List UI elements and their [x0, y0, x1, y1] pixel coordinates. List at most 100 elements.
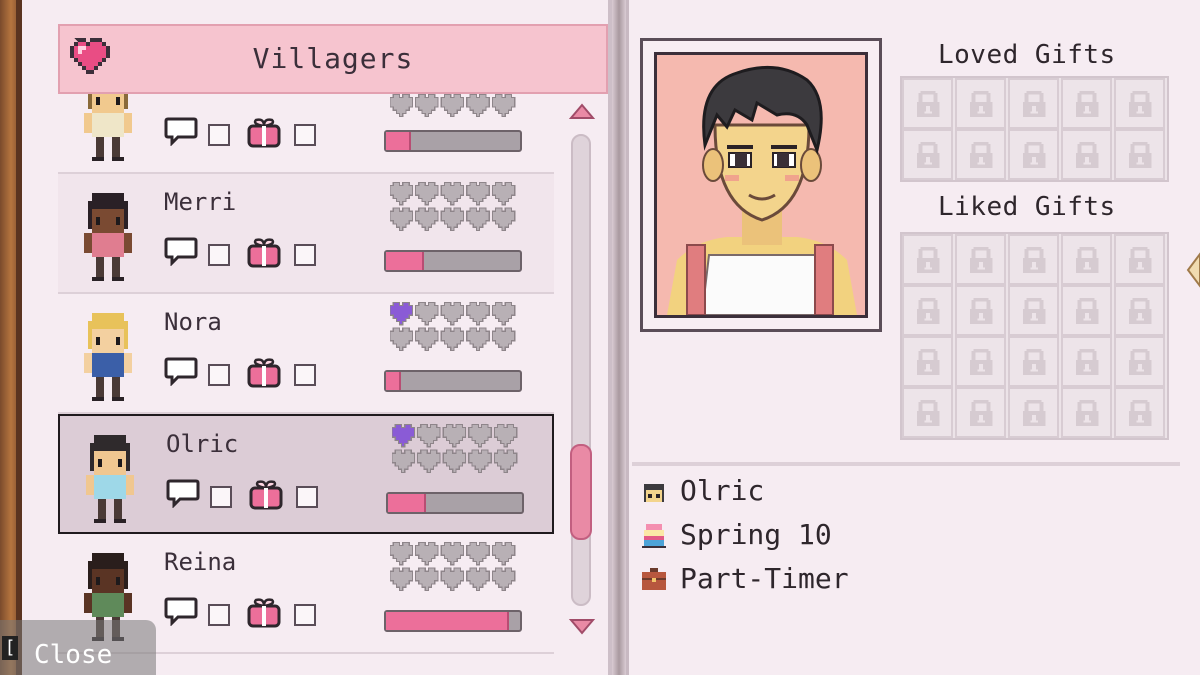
lock-icon	[916, 90, 939, 117]
lock-icon	[969, 348, 992, 375]
book-center-spine	[612, 0, 626, 675]
lock-icon	[1075, 297, 1098, 324]
liked-gift-slot[interactable]	[1008, 285, 1059, 336]
loved-gift-slot[interactable]	[1008, 78, 1059, 129]
lock-icon	[916, 141, 939, 168]
heart-icon	[416, 424, 441, 448]
lock-icon	[969, 297, 992, 324]
heart-icon	[468, 424, 492, 448]
liked-gift-slot[interactable]	[902, 336, 953, 387]
loved-gift-slot[interactable]	[1061, 129, 1112, 180]
villager-portrait	[654, 52, 868, 318]
villager-name: Reina	[164, 548, 237, 576]
heart-icon	[442, 424, 467, 448]
liked-gift-slot[interactable]	[1008, 234, 1059, 285]
heart-icon	[491, 207, 516, 232]
book-spine-edge	[0, 0, 22, 675]
liked-gift-slot[interactable]	[902, 387, 953, 438]
liked-gift-slot[interactable]	[902, 285, 953, 336]
lock-icon	[1128, 246, 1151, 273]
heart-icon	[414, 207, 439, 232]
villager-row[interactable]: Merri	[58, 174, 554, 294]
heart-icon	[466, 542, 490, 566]
villager-name: Olric	[166, 430, 239, 458]
lock-icon	[1022, 90, 1045, 117]
scroll-up-arrow-icon[interactable]	[568, 100, 596, 122]
friendship-progress-fill	[386, 372, 402, 390]
liked-gifts-grid	[900, 232, 1169, 440]
liked-gift-slot[interactable]	[955, 285, 1006, 336]
loved-gift-slot[interactable]	[1061, 78, 1112, 129]
liked-gift-slot[interactable]	[1061, 336, 1112, 387]
scrollbar-thumb[interactable]	[570, 444, 592, 540]
loved-gift-slot[interactable]	[955, 129, 1006, 180]
liked-gift-slot[interactable]	[1114, 336, 1165, 387]
lock-icon	[969, 246, 992, 273]
villager-sprite	[80, 312, 136, 402]
heart-icon	[390, 302, 414, 326]
gift-icon	[246, 116, 282, 148]
heart-icon	[491, 182, 516, 206]
liked-gift-slot[interactable]	[1114, 234, 1165, 285]
heart-icon	[466, 182, 490, 206]
liked-gift-slot[interactable]	[1061, 387, 1112, 438]
gift-icon	[246, 356, 282, 388]
loved-gift-slot[interactable]	[902, 129, 953, 180]
gifted-checkbox	[294, 604, 316, 626]
speech-bubble-icon	[164, 236, 198, 267]
liked-gift-slot[interactable]	[955, 234, 1006, 285]
friendship-progress-bar	[384, 370, 522, 392]
loved-gift-slot[interactable]	[955, 78, 1006, 129]
heart-icon	[442, 449, 467, 474]
info-birthday: Spring 10	[680, 518, 832, 551]
liked-gift-slot[interactable]	[1061, 285, 1112, 336]
talked-checkbox	[208, 604, 230, 626]
loved-gift-slot[interactable]	[902, 78, 953, 129]
heart-icon	[491, 542, 516, 566]
heart-icon	[493, 424, 518, 448]
heart-icon	[440, 302, 465, 326]
villager-row[interactable]: Olric	[58, 414, 554, 534]
lock-icon	[1022, 246, 1045, 273]
liked-gift-slot[interactable]	[1008, 387, 1059, 438]
liked-gift-slot[interactable]	[902, 234, 953, 285]
gift-icon	[246, 236, 282, 268]
heart-icon	[390, 542, 414, 566]
heart-icon	[491, 567, 516, 592]
liked-gift-slot[interactable]	[1114, 387, 1165, 438]
heart-icon	[440, 567, 465, 592]
friendship-progress-fill	[386, 612, 509, 630]
lock-icon	[916, 246, 939, 273]
liked-gift-slot[interactable]	[1114, 285, 1165, 336]
villager-row[interactable]	[58, 94, 554, 174]
friendship-progress-bar	[384, 250, 522, 272]
scroll-down-arrow-icon[interactable]	[568, 616, 596, 638]
liked-gift-slot[interactable]	[955, 336, 1006, 387]
lock-icon	[916, 399, 939, 426]
friendship-progress-bar	[384, 610, 522, 632]
liked-gift-slot[interactable]	[1061, 234, 1112, 285]
lock-icon	[916, 297, 939, 324]
close-button[interactable]: Close	[0, 620, 156, 675]
info-divider	[632, 462, 1180, 466]
villager-name: Merri	[164, 188, 237, 216]
lock-icon	[1075, 399, 1098, 426]
friendship-progress-fill	[386, 252, 425, 270]
close-key-hint: [	[2, 636, 18, 660]
loved-gift-slot[interactable]	[1008, 129, 1059, 180]
briefcase-icon	[642, 568, 666, 590]
next-page-arrow-icon[interactable]	[1186, 250, 1200, 290]
liked-gift-slot[interactable]	[955, 387, 1006, 438]
lock-icon	[1128, 348, 1151, 375]
lock-icon	[1075, 90, 1098, 117]
close-label: Close	[34, 640, 113, 670]
loved-gift-slot[interactable]	[1114, 129, 1165, 180]
heart-icon	[466, 327, 490, 352]
villager-sprite	[82, 434, 138, 524]
villager-sprite	[80, 94, 136, 162]
villager-row[interactable]: Nora	[58, 294, 554, 414]
liked-gift-slot[interactable]	[1008, 336, 1059, 387]
loved-gift-slot[interactable]	[1114, 78, 1165, 129]
lock-icon	[969, 399, 992, 426]
villagers-header: Villagers	[58, 24, 608, 94]
